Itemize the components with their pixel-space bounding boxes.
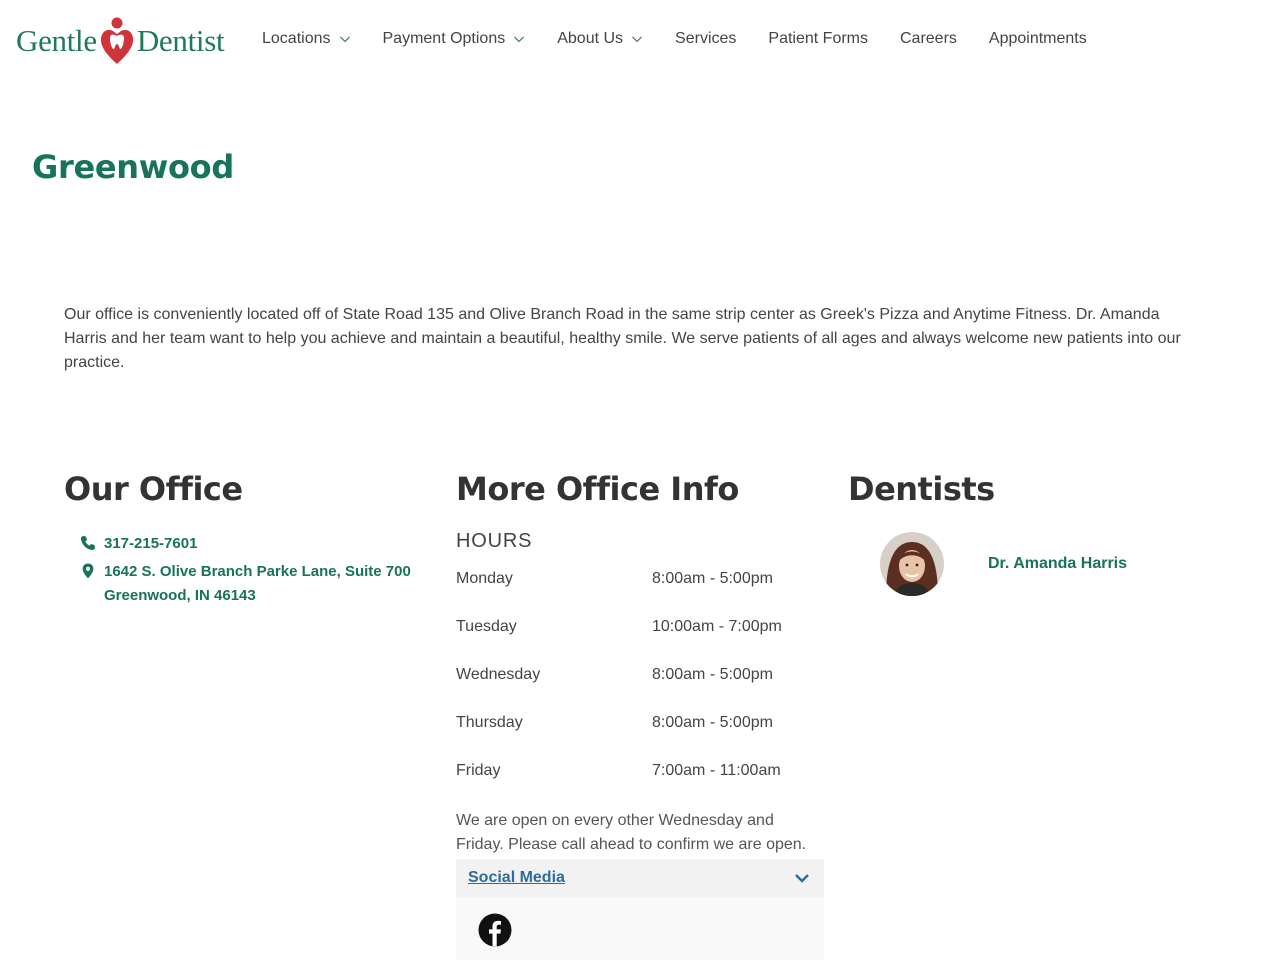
hours-time: 10:00am - 7:00pm [652,618,782,635]
chevron-down-icon [632,36,643,43]
chevron-down-icon [339,36,350,43]
nav-locations[interactable]: Locations [262,30,351,48]
site-header: Gentle Dentist Locations Payment Options… [0,0,1280,80]
address-row: 1642 S. Olive Branch Parke Lane, Suite 7… [80,560,411,608]
hours-time: 8:00am - 5:00pm [652,570,773,587]
logo[interactable]: Gentle Dentist [16,14,225,66]
hours-time: 8:00am - 5:00pm [652,666,773,683]
map-pin-icon [82,563,94,579]
nav-label: Services [675,30,737,47]
facebook-icon[interactable] [478,913,512,947]
hours-day: Friday [456,762,501,779]
intro-paragraph: Our office is conveniently located off o… [64,306,1181,371]
hours-day: Monday [456,570,513,587]
more-office-info-heading: More Office Info [456,470,739,508]
hours-note: We are open on every other Wednesday and… [456,812,807,853]
social-media-accordion: Social Media [456,859,824,960]
tooth-heart-logo-icon [100,17,133,65]
hours-day: Thursday [456,714,523,731]
hours-row: Monday 8:00am - 5:00pm [456,570,824,618]
nav-payment-options[interactable]: Payment Options [383,30,526,48]
hours-table: Monday 8:00am - 5:00pm Tuesday 10:00am -… [456,570,824,810]
nav-careers[interactable]: Careers [900,30,957,48]
nav-label: Careers [900,30,957,47]
nav-label: Patient Forms [768,30,868,47]
hours-day: Tuesday [456,618,517,635]
phone-icon [81,536,95,550]
hours-row: Thursday 8:00am - 5:00pm [456,714,824,762]
hours-time: 8:00am - 5:00pm [652,714,773,731]
social-media-label: Social Media [468,869,565,886]
dentist-avatar[interactable] [880,532,944,596]
hours-day: Wednesday [456,666,541,683]
nav-services[interactable]: Services [675,30,736,48]
dentists-heading: Dentists [848,470,995,508]
chevron-down-icon [514,36,525,43]
phone-link[interactable]: 317-215-7601 [104,532,197,556]
address-link[interactable]: 1642 S. Olive Branch Parke Lane, Suite 7… [104,560,411,608]
our-office-heading: Our Office [64,470,243,508]
nav-label: Locations [262,30,331,47]
nav-label: Appointments [988,30,1087,47]
logo-text-right: Dentist [136,22,225,58]
nav-label: About Us [557,30,624,47]
phone-row: 317-215-7601 [80,532,411,556]
social-media-toggle[interactable]: Social Media [456,859,824,897]
dentist-card: Dr. Amanda Harris [880,532,1127,596]
address-line1: 1642 S. Olive Branch Parke Lane, Suite 7… [104,563,411,580]
main-nav: Locations Payment Options About Us Servi… [262,28,1119,50]
hours-time: 7:00am - 11:00am [652,762,781,779]
nav-appointments[interactable]: Appointments [989,30,1087,48]
chevron-down-icon [795,874,809,883]
nav-label: Payment Options [382,30,506,47]
hours-row: Friday 7:00am - 11:00am [456,762,824,810]
nav-about-us[interactable]: About Us [557,30,643,48]
page-title: Greenwood [32,148,234,186]
dentist-name-link[interactable]: Dr. Amanda Harris [988,555,1127,573]
hours-label: HOURS [456,530,533,552]
logo-text-left: Gentle [16,22,97,58]
hours-row: Wednesday 8:00am - 5:00pm [456,666,824,714]
office-contact-list: 317-215-7601 1642 S. Olive Branch Parke … [80,532,411,612]
address-line2: Greenwood, IN 46143 [104,587,256,604]
nav-patient-forms[interactable]: Patient Forms [768,30,868,48]
hours-row: Tuesday 10:00am - 7:00pm [456,618,824,666]
social-media-body [456,897,824,960]
